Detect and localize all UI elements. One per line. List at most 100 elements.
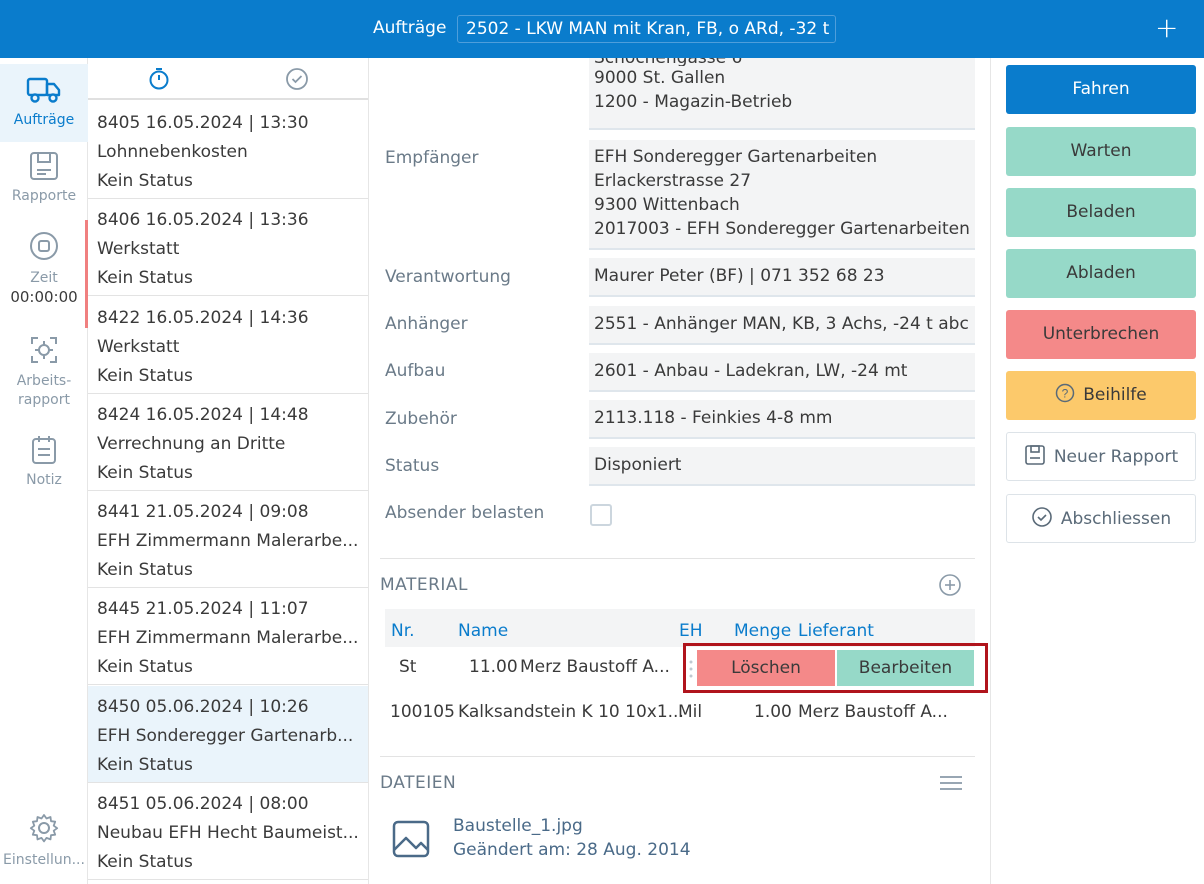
check-circle-icon [1032, 507, 1052, 527]
sidebar-item-arbeitsrapport[interactable]: Arbeits- rapport [0, 334, 88, 420]
list-item[interactable]: 8445 21.05.2024 | 11:07 EFH Zimmermann M… [88, 588, 368, 685]
field-value-status: Disponiert [589, 447, 975, 486]
load-button[interactable]: Beladen [1006, 188, 1196, 237]
order-selector[interactable]: 2502 - LKW MAN mit Kran, FB, o ARd, -32 … [457, 15, 836, 43]
row-lieferant: Merz Baustoff A... [520, 657, 670, 677]
time-display: 00:00:00 [10, 288, 78, 306]
files-title: DATEIEN [380, 773, 457, 793]
list-item-name: EFH Sonderegger Gartenarb... [97, 726, 354, 746]
drag-handle-icon[interactable] [689, 660, 693, 678]
truck-icon [26, 77, 61, 103]
list-item[interactable]: 8424 16.05.2024 | 14:48 Verrechnung an D… [88, 394, 368, 491]
col-lieferant: Lieferant [798, 621, 874, 641]
edit-button[interactable]: Bearbeiten [837, 650, 974, 686]
list-item-selected[interactable]: 8450 05.06.2024 | 10:26 EFH Sonderegger … [88, 686, 368, 783]
recipient-line: 9300 Wittenbach [594, 195, 740, 215]
question-icon: ? [1055, 383, 1075, 403]
list-item-status: Kein Status [97, 852, 193, 872]
divider [380, 558, 975, 559]
divider [380, 756, 975, 757]
sidebar-item-label: Rapporte [11, 188, 77, 204]
drive-button[interactable]: Fahren [1006, 65, 1196, 114]
list-item[interactable]: 8422 16.05.2024 | 14:36 Werkstatt Kein S… [88, 297, 368, 394]
list-item-head: 8424 16.05.2024 | 14:48 [97, 405, 309, 425]
col-eh: EH [679, 621, 703, 641]
sidebar-item-auftraege[interactable]: Aufträge [0, 64, 88, 142]
row-action-highlight: Löschen Bearbeiten [683, 643, 988, 693]
list-item-name: Neubau EFH Hecht Baumeist... [97, 823, 359, 843]
row-eh: St [399, 657, 417, 677]
list-item-name: EFH Zimmermann Malerarbe... [97, 628, 359, 648]
delete-button[interactable]: Löschen [697, 650, 835, 686]
wait-button[interactable]: Warten [1006, 127, 1196, 176]
file-name: Baustelle_1.jpg [453, 816, 583, 836]
new-report-label: Neuer Rapport [1053, 447, 1179, 467]
add-material-icon[interactable] [938, 573, 962, 597]
row-menge: 11.00 [469, 657, 518, 677]
list-item[interactable]: 8451 05.06.2024 | 08:00 Neubau EFH Hecht… [88, 783, 368, 880]
help-button[interactable]: ? Beihilfe [1006, 371, 1196, 420]
sidebar-item-label: Arbeits- [16, 373, 72, 389]
save-icon [30, 152, 58, 180]
sender-account: 1200 - Magazin-Betrieb [594, 92, 793, 112]
list-item-head: 8405 16.05.2024 | 13:30 [97, 113, 309, 133]
image-icon [392, 820, 430, 858]
app-header: Aufträge 2502 - LKW MAN mit Kran, FB, o … [0, 0, 1204, 58]
list-item-name: Werkstatt [97, 337, 180, 357]
plus-icon[interactable]: + [1155, 14, 1178, 42]
row-eh: Mil [678, 702, 703, 722]
finish-label: Abschliessen [1060, 509, 1172, 529]
interrupt-button[interactable]: Unterbrechen [1006, 310, 1196, 359]
list-item[interactable]: 8405 16.05.2024 | 13:30 Lohnnebenkosten … [88, 102, 368, 199]
finish-button[interactable]: Abschliessen [1006, 494, 1196, 543]
field-label-verantwortung: Verantwortung [385, 267, 511, 287]
list-item-name: Verrechnung an Dritte [97, 434, 286, 454]
list-item-head: 8445 21.05.2024 | 11:07 [97, 599, 309, 619]
sidebar-item-einstellungen[interactable]: Einstellun... [0, 812, 88, 878]
list-item-status: Kein Status [97, 268, 193, 288]
sidebar-item-zeit[interactable]: Zeit 00:00:00 [0, 230, 88, 322]
list-item-head: 8422 16.05.2024 | 14:36 [97, 308, 309, 328]
list-item-head: 8441 21.05.2024 | 09:08 [97, 502, 309, 522]
list-item-status: Kein Status [97, 171, 193, 191]
sidebar-item-label: Zeit [30, 270, 58, 286]
list-item-head: 8451 05.06.2024 | 08:00 [97, 794, 309, 814]
col-name: Name [458, 621, 509, 641]
save-icon [1025, 445, 1045, 465]
notepad-icon [32, 436, 56, 464]
menu-icon[interactable] [939, 775, 963, 791]
checkbox-label: Absender belasten [385, 503, 545, 523]
sidebar-item-notiz[interactable]: Notiz [0, 434, 88, 500]
timer-icon[interactable] [146, 66, 172, 92]
sidebar-nav: Aufträge Rapporte Zeit 00:00:00 Arbeits-… [0, 58, 88, 884]
order-detail: Schochengasse 6 9000 St. Gallen 1200 - M… [369, 58, 990, 884]
list-item-name: Lohnnebenkosten [97, 142, 248, 162]
field-value-zubehoer: 2113.118 - Feinkies 4-8 mm [589, 400, 975, 439]
list-tabs [88, 58, 368, 100]
row-name: Kalksandstein K 10 10x1... [458, 702, 684, 722]
list-item[interactable]: 8441 21.05.2024 | 09:08 EFH Zimmermann M… [88, 491, 368, 588]
field-value-verantwortung: Maurer Peter (BF) | 071 352 68 23 [589, 258, 975, 297]
check-circle-icon[interactable] [284, 66, 310, 92]
new-report-button[interactable]: Neuer Rapport [1006, 432, 1196, 481]
unload-button[interactable]: Abladen [1006, 249, 1196, 298]
list-item-status: Kein Status [97, 366, 193, 386]
list-item-status: Kein Status [97, 755, 193, 775]
action-panel: Fahren Warten Beladen Abladen Unterbrech… [990, 58, 1204, 884]
list-item[interactable]: 8406 16.05.2024 | 13:36 Werkstatt Kein S… [88, 199, 368, 296]
row-menge: 1.00 [754, 702, 792, 722]
recipient-label: Empfänger [385, 148, 479, 168]
recipient-line: Erlackerstrasse 27 [594, 171, 752, 191]
list-item-status: Kein Status [97, 463, 193, 483]
material-table-header: Nr. Name EH Menge Lieferant [385, 609, 975, 647]
sidebar-item-rapporte[interactable]: Rapporte [0, 150, 88, 216]
sender-address: Schochengasse 6 9000 St. Gallen 1200 - M… [589, 58, 975, 130]
list-item-name: Werkstatt [97, 239, 180, 259]
sidebar-item-label: Einstellun... [3, 852, 85, 868]
focus-icon [31, 337, 57, 363]
sender-street: Schochengasse 6 [594, 58, 970, 66]
list-item-status: Kein Status [97, 560, 193, 580]
recipient-line: 2017003 - EFH Sonderegger Gartenarbeiten [594, 219, 970, 239]
page-title: Aufträge [373, 18, 447, 38]
absender-belasten-checkbox[interactable] [590, 504, 612, 526]
